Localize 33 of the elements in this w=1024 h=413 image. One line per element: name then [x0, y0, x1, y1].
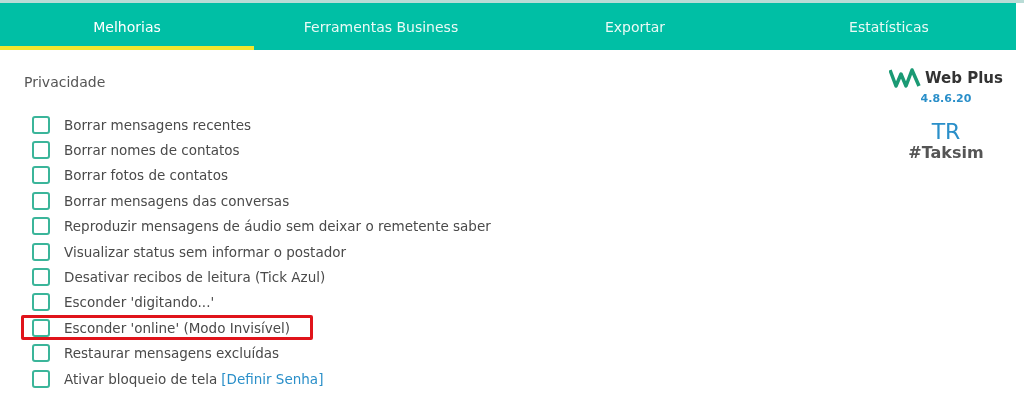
tag-label: #Taksim	[908, 143, 984, 162]
checkbox[interactable]	[32, 318, 50, 337]
tab[interactable]: Melhorias	[0, 3, 254, 50]
checkbox[interactable]	[32, 217, 50, 236]
option-label: Borrar nomes de contatos	[64, 142, 240, 159]
option-label: Restaurar mensagens excluídas	[64, 345, 280, 362]
option-label: Esconder 'digitando...'	[64, 294, 215, 311]
checkbox[interactable]	[32, 293, 50, 312]
checkbox[interactable]	[32, 141, 50, 160]
checkbox[interactable]	[32, 166, 50, 185]
checkbox[interactable]	[32, 369, 50, 388]
option-label: Borrar fotos de contatos	[64, 167, 228, 184]
checkbox[interactable]	[32, 344, 50, 363]
option-label: Desativar recibos de leitura (Tick Azul)	[64, 269, 326, 286]
option-label: Borrar mensagens recentes	[64, 116, 252, 133]
checkbox[interactable]	[32, 191, 50, 210]
region-label: TR	[931, 121, 961, 143]
option-label: Esconder 'online' (Modo Invisível)	[64, 319, 291, 336]
tab[interactable]: Estatísticas	[762, 3, 1016, 50]
checkbox[interactable]	[32, 115, 50, 134]
set-password-link[interactable]: [Definir Senha]	[221, 370, 324, 387]
option-label: Reproduzir mensagens de áudio sem deixar o remetente saber	[64, 218, 491, 235]
tab[interactable]: Exportar	[508, 3, 762, 50]
section-title: Privacidade	[24, 74, 107, 90]
option-label: Ativar bloqueio de tela	[64, 370, 218, 387]
version-label: 4.8.6.20	[920, 92, 972, 105]
option-label: Borrar mensagens das conversas	[64, 192, 290, 209]
option-label: Visualizar status sem informar o postador	[64, 243, 347, 260]
checkbox[interactable]	[32, 268, 50, 287]
tab[interactable]: Ferramentas Business	[254, 3, 508, 50]
brand-name: Web Plus	[925, 69, 1003, 87]
logo-icon	[889, 68, 922, 88]
checkbox[interactable]	[32, 242, 50, 261]
